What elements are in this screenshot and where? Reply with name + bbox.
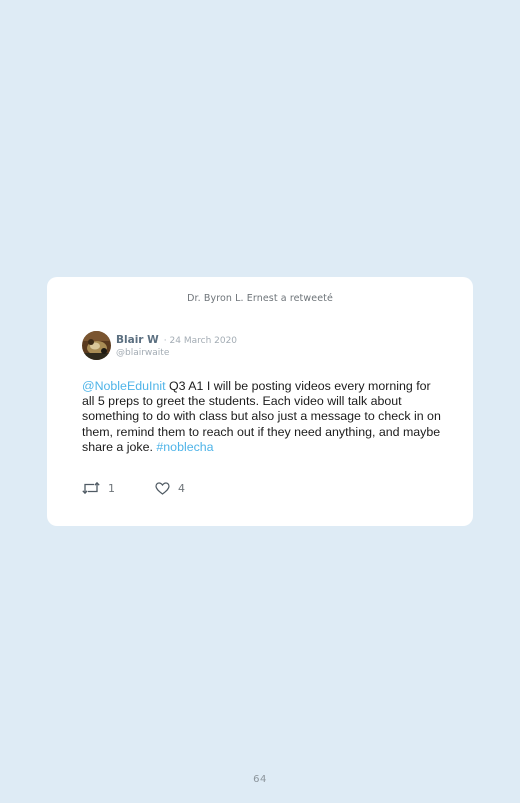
avatar-photo-icon: [82, 331, 111, 360]
retweet-note: Dr. Byron L. Ernest a retweeté: [187, 293, 333, 304]
tweet-card: Dr. Byron L. Ernest a retweeté Blair W ·…: [47, 277, 473, 526]
like-button[interactable]: 4: [155, 482, 185, 495]
retweet-icon: [82, 481, 100, 495]
author-info: Blair W · 24 March 2020 @blairwaite: [116, 332, 237, 359]
tweet-text: @NobleEduInit Q3 A1 I will be posting vi…: [82, 379, 442, 455]
heart-icon: [155, 481, 170, 495]
page-number: 64: [253, 774, 267, 785]
author-name[interactable]: Blair W: [116, 334, 159, 346]
retweet-button[interactable]: 1: [82, 481, 115, 495]
mention-link[interactable]: @NobleEduInit: [82, 379, 166, 393]
hashtag-link[interactable]: #noblecha: [156, 440, 213, 454]
like-count: 4: [178, 481, 185, 495]
author-handle[interactable]: @blairwaite: [116, 347, 237, 359]
retweet-count: 1: [108, 481, 115, 495]
tweet-actions: 1 4: [82, 481, 185, 495]
tweet-date: · 24 March 2020: [163, 336, 238, 346]
avatar[interactable]: [82, 331, 111, 360]
author-row: Blair W · 24 March 2020 @blairwaite: [82, 331, 237, 361]
